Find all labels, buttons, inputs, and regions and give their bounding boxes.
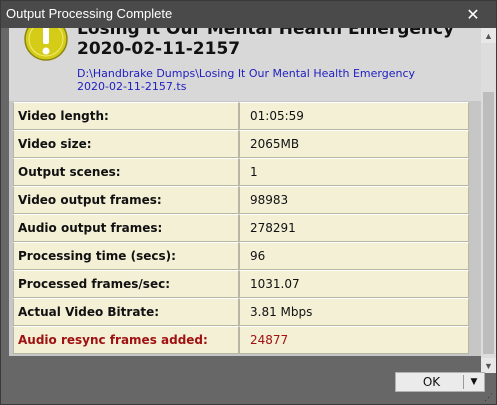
file-path: D:\Handbrake Dumps\Losing It Our Mental …	[77, 67, 477, 93]
stat-value: 96	[239, 242, 469, 270]
stat-row-output-scenes: Output scenes: 1	[13, 158, 469, 186]
stat-label: Video output frames:	[13, 186, 239, 214]
dialog-window: Output Processing Complete ✕ Losing It O…	[0, 0, 497, 405]
scroll-down-button[interactable]: ▼	[481, 358, 496, 373]
stat-label: Output scenes:	[13, 158, 239, 186]
file-title: Losing It Our Mental Health Emergency 20…	[77, 28, 477, 59]
stat-row-audio-resync: Audio resync frames added: 24877	[13, 326, 469, 354]
stat-row-video-length: Video length: 01:05:59	[13, 102, 469, 130]
stat-row-audio-output-frames: Audio output frames: 278291	[13, 214, 469, 242]
stat-row-video-size: Video size: 2065MB	[13, 130, 469, 158]
ok-button-label[interactable]: OK	[396, 375, 463, 389]
stat-label: Processed frames/sec:	[13, 270, 239, 298]
stat-value: 2065MB	[239, 130, 469, 158]
stat-row-video-bitrate: Actual Video Bitrate: 3.81 Mbps	[13, 298, 469, 326]
stat-value: 24877	[239, 326, 469, 354]
stat-label: Processing time (secs):	[13, 242, 239, 270]
scroll-up-button[interactable]: ▲	[481, 28, 496, 43]
stat-label: Video length:	[13, 102, 239, 130]
dropdown-arrow-icon[interactable]: ▼	[464, 377, 484, 387]
stat-value: 98983	[239, 186, 469, 214]
window-title: Output Processing Complete	[6, 6, 173, 21]
stat-label: Audio output frames:	[13, 214, 239, 242]
results-panel: Losing It Our Mental Health Emergency 20…	[9, 28, 481, 356]
file-path-line-1: D:\Handbrake Dumps\Losing It Our Mental …	[77, 67, 416, 80]
stat-row-processed-fps: Processed frames/sec: 1031.07	[13, 270, 469, 298]
file-path-line-2: 2020-02-11-2157.ts	[77, 80, 187, 93]
resize-grip-icon[interactable]: ⋰	[484, 392, 494, 402]
stat-value: 01:05:59	[239, 102, 469, 130]
close-button[interactable]: ✕	[450, 1, 496, 28]
stat-value: 278291	[239, 214, 469, 242]
scroll-thumb[interactable]	[483, 92, 494, 354]
file-header: Losing It Our Mental Health Emergency 20…	[9, 28, 481, 101]
stat-label: Actual Video Bitrate:	[13, 298, 239, 326]
chevron-up-icon: ▲	[484, 30, 493, 41]
ok-split-button[interactable]: OK ▼	[395, 372, 485, 392]
stat-row-processing-time: Processing time (secs): 96	[13, 242, 469, 270]
file-title-line-1: Losing It Our Mental Health Emergency	[77, 28, 455, 39]
stat-value: 1031.07	[239, 270, 469, 298]
chevron-down-icon: ▼	[484, 360, 493, 371]
close-icon: ✕	[466, 6, 480, 24]
vertical-scrollbar[interactable]: ▲ ▼	[481, 28, 496, 373]
stat-value: 3.81 Mbps	[239, 298, 469, 326]
stats-table: Video length: 01:05:59 Video size: 2065M…	[13, 102, 469, 354]
file-title-line-2: 2020-02-11-2157	[77, 39, 241, 59]
stat-value: 1	[239, 158, 469, 186]
title-bar[interactable]: Output Processing Complete ✕	[1, 1, 496, 28]
stat-row-video-output-frames: Video output frames: 98983	[13, 186, 469, 214]
stat-label: Audio resync frames added:	[13, 326, 239, 354]
stat-label: Video size:	[13, 130, 239, 158]
exclamation-warning-icon	[24, 28, 68, 61]
